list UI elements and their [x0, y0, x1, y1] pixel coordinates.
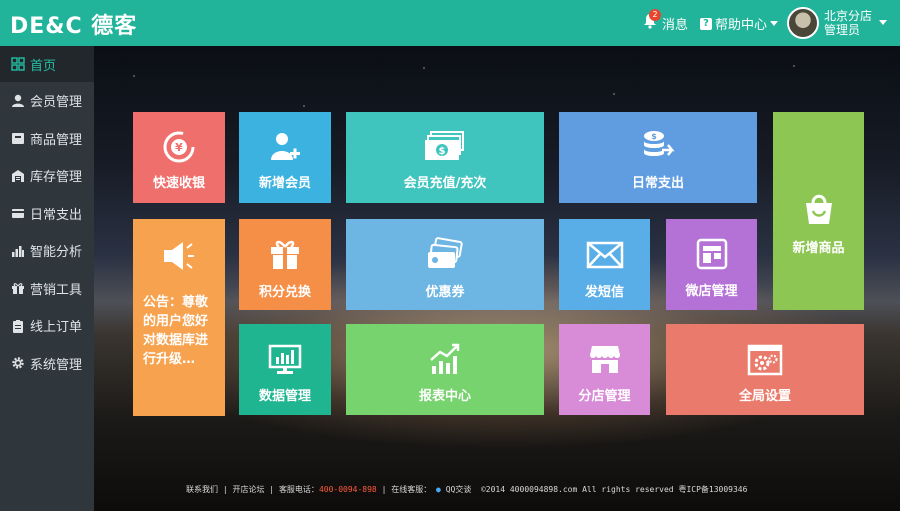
sidebar-item-products[interactable]: 商品管理: [0, 120, 94, 158]
footer-online-service-label: 在线客服：: [391, 485, 432, 494]
tile-coupon[interactable]: 优惠券: [346, 219, 544, 310]
footer-phone-label: 客服电话：: [278, 485, 319, 494]
card-icon: [12, 209, 24, 219]
tile-label: 全局设置: [738, 389, 791, 404]
monitor-chart-icon: [268, 344, 302, 374]
tile-notice[interactable]: 公告：尊敬的用户您好对数据库进行升级…: [133, 219, 225, 416]
tile-label: 分店管理: [578, 389, 631, 404]
tile-branch-manage[interactable]: 分店管理: [559, 324, 650, 415]
footer-forum-link[interactable]: 开店论坛: [232, 485, 264, 494]
tile-sms[interactable]: 发短信: [559, 219, 650, 310]
message-count-badge: 2: [649, 9, 661, 21]
footer-phone: 400-0094-898: [318, 485, 377, 494]
svg-text:¥: ¥: [175, 141, 183, 154]
shopping-bag-icon: [805, 194, 832, 224]
tile-add-member[interactable]: 新增会员: [239, 112, 331, 203]
help-label: 帮助中心: [715, 18, 768, 33]
sidebar-item-label: 智能分析: [30, 245, 83, 261]
cashier-icon: ¥: [163, 131, 195, 163]
tile-label: 发短信: [584, 285, 624, 300]
footer-qq-link[interactable]: QQ交谈: [446, 485, 472, 494]
sidebar-item-label: 营销工具: [30, 282, 83, 298]
tile-label: 积分兑换: [258, 285, 311, 300]
footer-copyright: ©2014 4000094898.com All rights reserved…: [480, 485, 748, 494]
growth-chart-icon: [430, 343, 460, 374]
help-icon: ?: [700, 17, 712, 30]
sidebar-item-expenses[interactable]: 日常支出: [0, 195, 94, 233]
tile-global-settings[interactable]: 全局设置: [666, 324, 864, 415]
tile-quick-cashier[interactable]: ¥ 快速收银: [133, 112, 225, 203]
coupon-icon: [428, 237, 463, 268]
clipboard-icon: [13, 319, 23, 333]
messages-link[interactable]: 消息: [662, 14, 688, 33]
tile-add-product[interactable]: 新增商品: [773, 112, 864, 310]
sidebar-item-system[interactable]: 系统管理: [0, 345, 94, 383]
sidebar-item-label: 首页: [30, 58, 57, 74]
tile-micro-store[interactable]: 微店管理: [666, 219, 757, 310]
sidebar-item-label: 商品管理: [30, 132, 83, 148]
footer-divider: |: [381, 485, 392, 494]
warehouse-icon: [12, 169, 24, 182]
chevron-down-icon[interactable]: [879, 20, 887, 25]
sidebar-item-label: 库存管理: [30, 170, 83, 186]
tile-label: 快速收银: [152, 176, 205, 191]
qq-icon: ●: [436, 485, 441, 494]
store-icon: [696, 238, 727, 270]
brand-logo[interactable]: DE&C 德客: [10, 8, 137, 40]
tile-label: 日常支出: [631, 176, 684, 191]
sidebar-item-inventory[interactable]: 库存管理: [0, 157, 94, 195]
sidebar-item-marketing[interactable]: 营销工具: [0, 270, 94, 308]
envelope-icon: [586, 241, 623, 269]
tile-label: 优惠券: [425, 285, 465, 300]
page-footer: 联系我们 | 开店论坛 | 客服电话：400-0094-898 | 在线客服： …: [186, 484, 747, 495]
top-header: DE&C 德客 2 消息 ? 帮助中心 北京分店 管理员: [0, 0, 900, 46]
sidebar-item-label: 线上订单: [30, 320, 83, 336]
sidebar-item-label: 会员管理: [30, 95, 83, 111]
user-icon: [12, 94, 24, 107]
tile-label: 会员充值/充次: [403, 176, 487, 191]
add-user-icon: [271, 133, 300, 160]
gift-icon: [12, 283, 24, 295]
notice-text: 公告：尊敬的用户您好对数据库进行升级…: [143, 295, 209, 367]
footer-contact-link[interactable]: 联系我们: [186, 485, 218, 494]
tile-member-recharge[interactable]: $ 会员充值/充次: [346, 112, 544, 203]
bar-chart-icon: [12, 245, 24, 257]
tile-label: 微店管理: [685, 284, 738, 299]
sidebar-item-home[interactable]: 首页: [0, 46, 94, 82]
avatar[interactable]: [787, 7, 819, 39]
svg-text:$: $: [439, 146, 446, 157]
tile-label: 新增商品: [792, 241, 845, 256]
tile-daily-expense[interactable]: $ 日常支出: [559, 112, 757, 203]
gear-icon: [12, 357, 24, 369]
tile-label: 新增会员: [258, 176, 311, 191]
help-center-menu[interactable]: ? 帮助中心: [700, 14, 779, 33]
gift-icon: [271, 240, 299, 269]
tile-report-center[interactable]: 报表中心: [346, 324, 544, 415]
sidebar-item-members[interactable]: 会员管理: [0, 82, 94, 120]
tile-points-exchange[interactable]: 积分兑换: [239, 219, 331, 310]
footer-divider: |: [269, 485, 279, 494]
sidebar-item-analytics[interactable]: 智能分析: [0, 232, 94, 270]
tile-data-manage[interactable]: 数据管理: [239, 324, 331, 415]
sidebar-item-label: 日常支出: [30, 207, 83, 223]
megaphone-icon: [164, 242, 194, 270]
tile-label: 报表中心: [418, 389, 471, 404]
tile-label: 数据管理: [258, 389, 311, 404]
grid-icon: [11, 57, 25, 71]
sidebar: 首页 会员管理 商品管理 库存管理 日常支出 智能分析 营销工具 线上订单 系统…: [0, 46, 94, 511]
sidebar-item-label: 系统管理: [30, 357, 83, 373]
cash-stack-icon: $: [425, 131, 464, 160]
chevron-down-icon: [770, 21, 779, 26]
sidebar-item-online-orders[interactable]: 线上订单: [0, 307, 94, 345]
svg-text:$: $: [651, 132, 657, 141]
user-store-name: 北京分店: [824, 9, 873, 23]
storefront-icon: [589, 346, 620, 373]
user-role: 管理员: [824, 23, 861, 37]
messages-label: 消息: [662, 18, 689, 33]
coin-stack-icon: $: [644, 131, 675, 156]
settings-window-icon: [747, 344, 783, 376]
user-menu[interactable]: 北京分店 管理员: [824, 9, 872, 37]
box-icon: [12, 133, 24, 145]
